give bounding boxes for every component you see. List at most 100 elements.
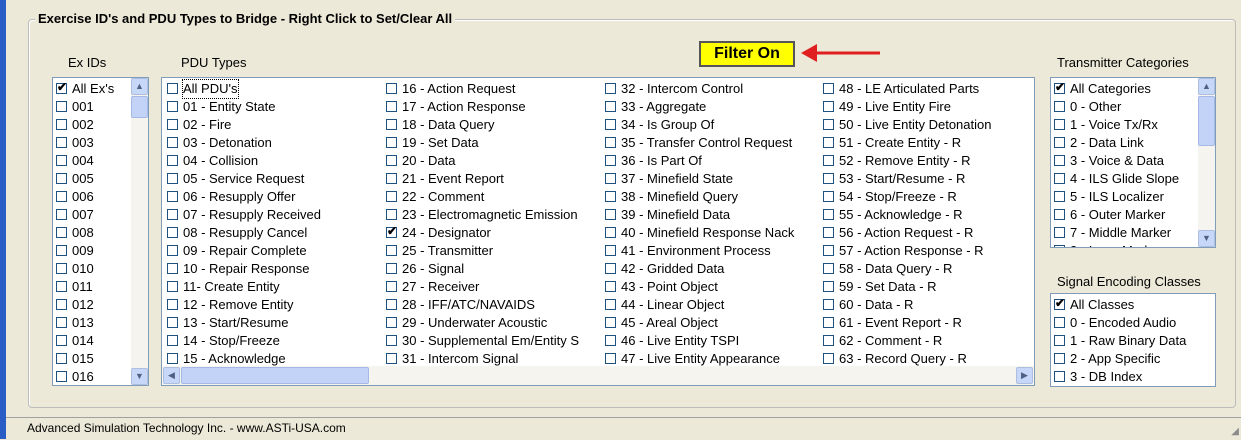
checkbox[interactable] [386,209,397,220]
checkbox[interactable] [605,119,616,130]
checkbox[interactable] [1054,173,1065,184]
checkbox[interactable] [605,263,616,274]
checkbox[interactable] [605,227,616,238]
checkbox[interactable] [167,83,178,94]
checkbox[interactable] [605,173,616,184]
checkbox[interactable] [56,173,67,184]
signal-encoding-listbox[interactable]: ✔ All Classes 0 - Encoded Audio 1 - Raw Bin… [1050,293,1216,387]
scroll-right-icon[interactable]: ▶ [1016,367,1033,384]
checkbox[interactable] [56,155,67,166]
checked-checkbox[interactable]: ✔ [386,224,397,238]
filter-on-button[interactable]: Filter On [699,41,795,67]
checkbox[interactable] [167,335,178,346]
checkbox[interactable] [1054,137,1065,148]
checkbox[interactable] [386,353,397,364]
checkbox[interactable] [56,353,67,364]
checkbox[interactable] [1054,317,1065,328]
scroll-up-icon[interactable]: ▲ [1198,78,1215,95]
checkbox[interactable] [56,101,67,112]
checkbox[interactable] [56,245,67,256]
checkbox[interactable] [605,353,616,364]
checkbox[interactable] [823,137,834,148]
checkbox[interactable] [56,227,67,238]
checkbox[interactable] [1054,101,1065,112]
checkbox[interactable] [386,101,397,112]
checkbox[interactable] [605,209,616,220]
checkbox[interactable] [56,317,67,328]
checkbox[interactable] [1054,209,1065,220]
checkbox[interactable] [56,335,67,346]
checkbox[interactable] [823,155,834,166]
scroll-down-icon[interactable]: ▼ [1198,230,1215,247]
checkbox[interactable] [167,173,178,184]
checkbox[interactable] [605,281,616,292]
checkbox[interactable] [605,317,616,328]
checkbox[interactable] [605,245,616,256]
checkbox[interactable] [386,191,397,202]
checkbox[interactable] [56,191,67,202]
checkbox[interactable] [56,299,67,310]
checkbox[interactable] [605,137,616,148]
checkbox[interactable] [56,137,67,148]
resize-grip-icon[interactable]: ◢ [1231,426,1239,437]
checkbox[interactable] [823,281,834,292]
checkbox[interactable] [386,263,397,274]
checkbox[interactable] [167,299,178,310]
checkbox[interactable] [823,245,834,256]
checkbox[interactable] [823,191,834,202]
checkbox[interactable] [823,353,834,364]
checkbox[interactable] [823,101,834,112]
checkbox[interactable] [56,281,67,292]
checkbox[interactable] [605,299,616,310]
transmitter-scroll-thumb[interactable] [1198,96,1215,146]
ex-ids-scrollbar[interactable]: ▲ ▼ [131,78,148,385]
checkbox[interactable] [1054,335,1065,346]
checkbox[interactable] [167,227,178,238]
checkbox[interactable] [605,335,616,346]
checkbox[interactable] [823,119,834,130]
checkbox[interactable] [823,299,834,310]
ex-ids-scroll-thumb[interactable] [131,96,148,118]
pdu-types-scroll-thumb[interactable] [181,367,369,384]
checkbox[interactable] [56,371,67,382]
checkbox[interactable] [167,263,178,274]
checkbox[interactable] [605,155,616,166]
checkbox[interactable] [1054,155,1065,166]
checkbox[interactable] [605,101,616,112]
checkbox[interactable] [167,137,178,148]
scroll-down-icon[interactable]: ▼ [131,368,148,385]
checkbox[interactable] [1054,245,1065,247]
checked-checkbox[interactable]: ✔ [1054,296,1065,310]
checkbox[interactable] [386,155,397,166]
pdu-types-listbox[interactable]: All PDU's 01 - Entity State 02 - Fire 03 - … [161,77,1035,386]
checkbox[interactable] [605,83,616,94]
checkbox[interactable] [1054,371,1065,382]
scroll-up-icon[interactable]: ▲ [131,78,148,95]
checkbox[interactable] [386,173,397,184]
checkbox[interactable] [1054,119,1065,130]
ex-ids-listbox[interactable]: ✔ All Ex's 001 002 003 004 005 006 007 008 009 010 0… [52,77,149,386]
checkbox[interactable] [823,83,834,94]
checkbox[interactable] [823,317,834,328]
checkbox[interactable] [605,191,616,202]
checkbox[interactable] [1054,353,1065,364]
transmitter-scrollbar[interactable]: ▲ ▼ [1198,78,1215,247]
checkbox[interactable] [386,119,397,130]
checkbox[interactable] [167,101,178,112]
checkbox[interactable] [167,191,178,202]
checked-checkbox[interactable]: ✔ [56,80,67,94]
checkbox[interactable] [1054,227,1065,238]
transmitter-categories-listbox[interactable]: ✔ All Categories 0 - Other 1 - Voice Tx/Rx 2… [1050,77,1216,248]
pdu-types-hscrollbar[interactable]: ◀ ▶ [162,366,1034,385]
checkbox[interactable] [386,83,397,94]
checkbox[interactable] [386,245,397,256]
checkbox[interactable] [386,137,397,148]
checkbox[interactable] [386,335,397,346]
checkbox[interactable] [823,173,834,184]
scroll-left-icon[interactable]: ◀ [163,367,180,384]
checkbox[interactable] [56,263,67,274]
checkbox[interactable] [386,317,397,328]
checkbox[interactable] [167,119,178,130]
checkbox[interactable] [167,281,178,292]
checkbox[interactable] [167,155,178,166]
